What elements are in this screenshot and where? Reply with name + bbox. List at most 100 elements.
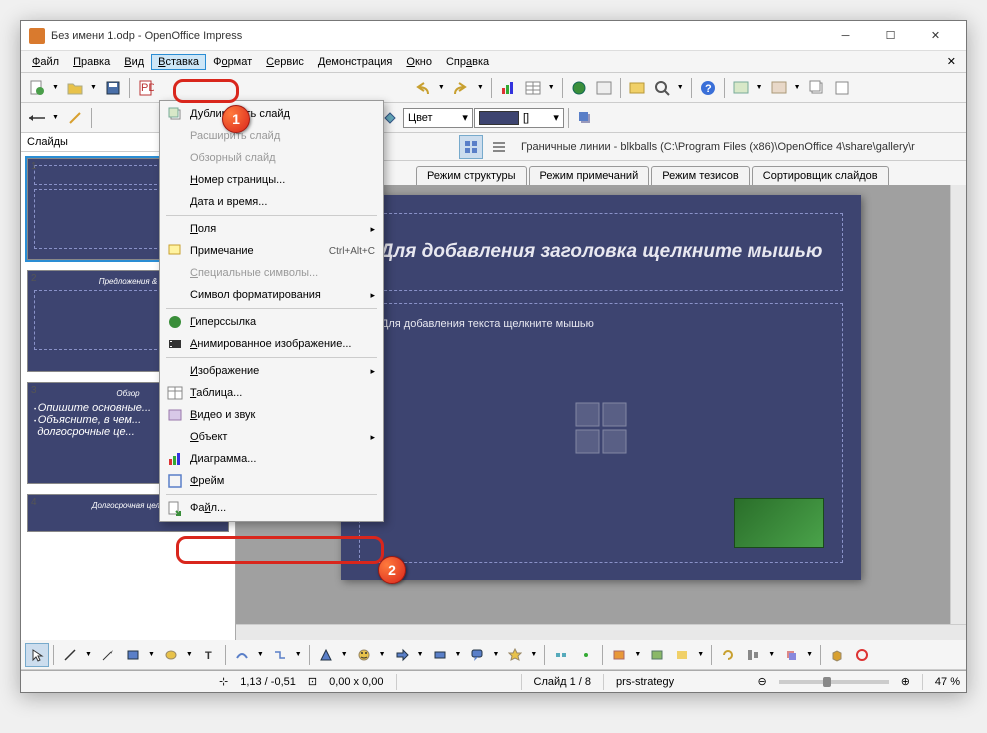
menu-hyperlink[interactable]: Гиперссылка: [162, 311, 381, 333]
menu-table[interactable]: Таблица...: [162, 382, 381, 404]
save-button[interactable]: [101, 76, 125, 100]
flowchart-tool[interactable]: [428, 643, 452, 667]
minimize-button[interactable]: ─: [823, 22, 868, 50]
gallery2-tool[interactable]: [670, 643, 694, 667]
menu-special-chars: Специальные символы...: [162, 262, 381, 284]
horizontal-scrollbar[interactable]: [236, 624, 966, 640]
connector-tool[interactable]: [268, 643, 292, 667]
gallery-icons-view[interactable]: [459, 135, 483, 159]
fill-color-select[interactable]: []▾: [474, 108, 564, 128]
menu-fields[interactable]: Поля▸: [162, 218, 381, 240]
menu-diagram[interactable]: Диаграмма...: [162, 448, 381, 470]
basic-shapes-tool[interactable]: [314, 643, 338, 667]
menu-media[interactable]: Видео и звук: [162, 404, 381, 426]
menu-file[interactable]: Файл: [25, 54, 66, 70]
undo-button[interactable]: [410, 76, 434, 100]
menu-tools[interactable]: Сервис: [259, 54, 311, 70]
status-zoom[interactable]: 47 %: [935, 676, 960, 688]
annotation-badge-1: 1: [222, 105, 250, 133]
rotate-tool[interactable]: [716, 643, 740, 667]
expand-slide-button[interactable]: [830, 76, 854, 100]
arrange-tool[interactable]: [779, 643, 803, 667]
slide-design-button[interactable]: [767, 76, 791, 100]
menu-animated-image[interactable]: Анимированное изображение...: [162, 333, 381, 355]
help-button[interactable]: ?: [696, 76, 720, 100]
menu-help[interactable]: Справка: [439, 54, 496, 70]
navigator-button[interactable]: [592, 76, 616, 100]
table-button[interactable]: [521, 76, 545, 100]
status-template: prs-strategy: [616, 676, 674, 688]
interaction-tool[interactable]: [850, 643, 874, 667]
fontwork-tool[interactable]: [607, 643, 631, 667]
slide-canvas[interactable]: Для добавления заголовка щелкните мышью …: [341, 195, 861, 580]
tab-notes[interactable]: Режим примечаний: [529, 166, 650, 185]
menu-comment[interactable]: ПримечаниеCtrl+Alt+C: [162, 240, 381, 262]
ellipse-tool[interactable]: [159, 643, 183, 667]
stars-tool[interactable]: [503, 643, 527, 667]
hyperlink-button[interactable]: [567, 76, 591, 100]
menu-formatting-mark[interactable]: Символ форматирования▸: [162, 284, 381, 306]
vertical-scrollbar[interactable]: [950, 185, 966, 624]
menu-insert[interactable]: Вставка: [151, 54, 206, 70]
points-tool[interactable]: [549, 643, 573, 667]
gallery-button[interactable]: [625, 76, 649, 100]
maximize-button[interactable]: ☐: [868, 22, 913, 50]
svg-text:T: T: [205, 650, 212, 662]
select-tool[interactable]: [25, 643, 49, 667]
menu-date-time[interactable]: Дата и время...: [162, 191, 381, 213]
menu-window[interactable]: Окно: [399, 54, 439, 70]
chart-button[interactable]: [496, 76, 520, 100]
menu-image[interactable]: Изображение▸: [162, 360, 381, 382]
menu-object[interactable]: Объект▸: [162, 426, 381, 448]
callout-tool[interactable]: [465, 643, 489, 667]
block-arrows-tool[interactable]: [390, 643, 414, 667]
tab-handout[interactable]: Режим тезисов: [651, 166, 750, 185]
tab-outline[interactable]: Режим структуры: [416, 166, 527, 185]
duplicate-slide-button[interactable]: [805, 76, 829, 100]
size-icon: ⊡: [308, 675, 317, 688]
redo-button[interactable]: [449, 76, 473, 100]
open-button[interactable]: [63, 76, 87, 100]
close-button[interactable]: ✕: [913, 22, 958, 50]
line-tool[interactable]: [58, 643, 82, 667]
new-button[interactable]: [25, 76, 49, 100]
symbol-shapes-tool[interactable]: [352, 643, 376, 667]
zoom-in-button[interactable]: ⊕: [901, 675, 910, 688]
fill-type-select[interactable]: Цвет▾: [403, 108, 473, 128]
title-placeholder[interactable]: Для добавления заголовка щелкните мышью: [359, 213, 843, 291]
gallery-path: Граничные линии - blkballs (C:\Program F…: [515, 139, 921, 155]
status-coords: 1,13 / -0,51: [240, 676, 296, 688]
export-pdf-button[interactable]: PDF: [134, 76, 158, 100]
slide-layout-button[interactable]: [729, 76, 753, 100]
menu-frame[interactable]: Фрейм: [162, 470, 381, 492]
menu-slideshow[interactable]: Демонстрация: [311, 54, 400, 70]
zoom-slider[interactable]: [779, 680, 889, 684]
extrude-tool[interactable]: [825, 643, 849, 667]
menu-file-insert[interactable]: Файл...: [162, 497, 381, 519]
glue-points-tool[interactable]: [574, 643, 598, 667]
menu-view[interactable]: Вид: [117, 54, 151, 70]
menu-page-number[interactable]: Номер страницы...: [162, 169, 381, 191]
content-insert-icons[interactable]: [576, 402, 627, 453]
zoom-out-button[interactable]: ⊖: [757, 675, 766, 688]
text-tool[interactable]: T: [197, 643, 221, 667]
content-placeholder-text: Для добавления текста щелкните мышью: [374, 318, 828, 330]
arrow-style-button[interactable]: [25, 106, 49, 130]
gallery-list-view[interactable]: [487, 135, 511, 159]
arrow-tool[interactable]: [96, 643, 120, 667]
shadow-button[interactable]: [573, 106, 597, 130]
zoom-button[interactable]: [650, 76, 674, 100]
close-document-button[interactable]: ✕: [941, 53, 962, 70]
rect-tool[interactable]: [121, 643, 145, 667]
menu-format[interactable]: Формат: [206, 54, 259, 70]
menu-edit[interactable]: Правка: [66, 54, 117, 70]
tab-sorter[interactable]: Сортировщик слайдов: [752, 166, 889, 185]
menu-duplicate-slide[interactable]: Дублировать слайд: [162, 103, 381, 125]
align-tool[interactable]: [741, 643, 765, 667]
from-file-tool[interactable]: [645, 643, 669, 667]
line-style-button[interactable]: [63, 106, 87, 130]
window-title: Без имени 1.odp - OpenOffice Impress: [51, 30, 823, 42]
content-placeholder[interactable]: Для добавления текста щелкните мышью: [359, 303, 843, 563]
status-slide: Слайд 1 / 8: [534, 676, 592, 688]
curve-tool[interactable]: [230, 643, 254, 667]
